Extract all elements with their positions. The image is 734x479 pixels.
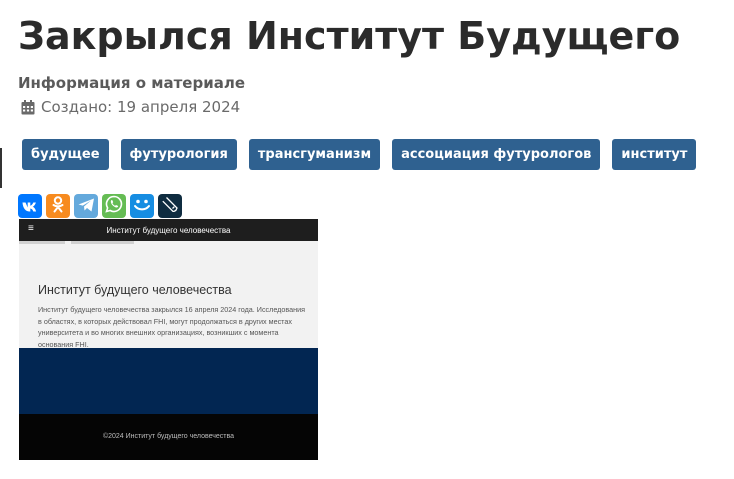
odnoklassniki-icon [52,195,64,217]
tag-list: будущее футурология трансгуманизм ассоци… [22,139,697,170]
share-moimir-button[interactable] [130,194,154,218]
image-blue-band [19,348,318,414]
article-image: ≡ Институт будущего человечества Институ… [19,219,318,460]
image-heading: Институт будущего человечества [38,283,232,297]
share-vk-button[interactable] [18,194,42,218]
vk-icon [22,197,38,216]
share-livejournal-button[interactable] [158,194,182,218]
created-date-text: Создано: 19 апреля 2024 [41,98,241,116]
whatsapp-icon [105,195,123,217]
page-title: Закрылся Институт Будущего [18,14,681,58]
share-buttons [18,194,182,218]
share-telegram-button[interactable] [74,194,98,218]
telegram-icon [78,197,95,216]
image-header-bar: ≡ Институт будущего человечества [19,219,318,241]
moimir-icon [133,197,151,216]
tag-link[interactable]: футурология [120,139,237,170]
calendar-icon [21,99,35,115]
share-odnoklassniki-button[interactable] [46,194,70,218]
tag-link[interactable]: трансгуманизм [248,139,381,170]
image-footer: ©2024 Институт будущего человечества [19,414,318,460]
image-text: Институт будущего человечества закрылся … [38,305,305,349]
tag-link[interactable]: институт [612,139,697,170]
created-date: Создано: 19 апреля 2024 [21,98,240,116]
livejournal-icon [162,196,178,216]
scroll-edge-marker [0,148,2,188]
tag-link[interactable]: ассоциация футурологов [392,139,601,170]
tag-link[interactable]: будущее [22,139,109,170]
share-whatsapp-button[interactable] [102,194,126,218]
image-breadcrumb [19,241,134,244]
image-header-title: Институт будущего человечества [106,226,231,235]
image-content: Институт будущего человечества Институт … [19,241,318,349]
article-info-label: Информация о материале [18,74,246,92]
